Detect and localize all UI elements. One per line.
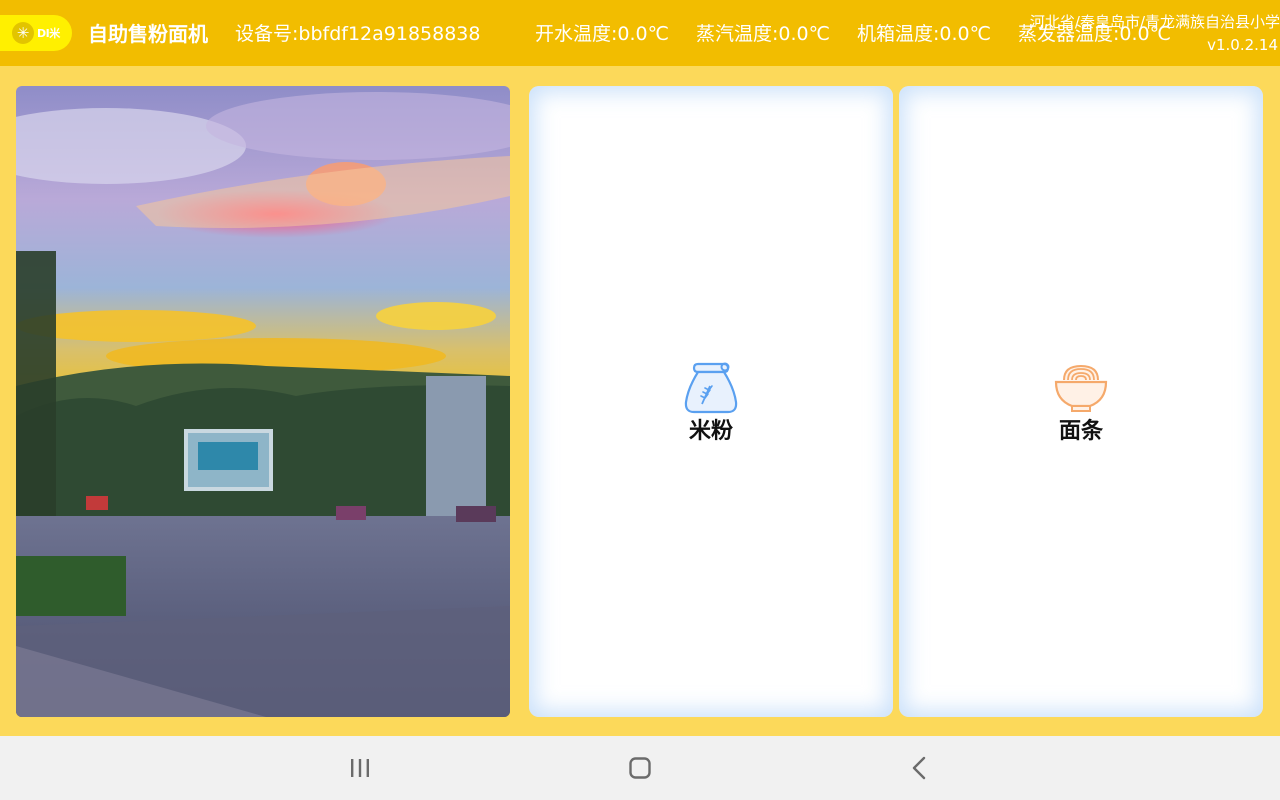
noodle-bowl-icon [1054, 364, 1108, 412]
category-card-rice-noodles[interactable]: 米粉 [529, 86, 893, 717]
back-button[interactable] [898, 748, 942, 788]
banner-image [16, 86, 510, 717]
home-button[interactable] [618, 748, 662, 788]
rice-flour-bag-icon [684, 362, 738, 413]
app-title: 自助售粉面机 [88, 22, 208, 46]
cabinet-temperature: 机箱温度:0.0℃ [857, 23, 991, 45]
sunset-photo [16, 86, 510, 717]
top-status-bar: ✳ DI米 自助售粉面机 设备号:bbfdf12a91858838 开水温度:0… [0, 0, 1280, 66]
location-text: 河北省/秦皇岛市/青龙满族自治县小学 [1029, 13, 1280, 31]
back-icon [912, 756, 926, 780]
logo-icon: ✳ [12, 22, 34, 44]
brand-logo: ✳ DI米 [0, 15, 72, 51]
recent-apps-button[interactable] [338, 748, 382, 788]
category-label: 米粉 [688, 418, 733, 444]
boiling-water-temperature: 开水温度:0.0℃ [535, 23, 669, 45]
version-text: v1.0.2.14 [1207, 36, 1278, 54]
home-icon [629, 757, 651, 779]
system-navigation-bar [0, 736, 1280, 800]
device-id: 设备号:bbfdf12a91858838 [235, 23, 481, 45]
steam-temperature: 蒸汽温度:0.0℃ [696, 23, 830, 45]
recent-apps-icon [351, 759, 369, 777]
category-card-noodles[interactable]: 面条 [899, 86, 1263, 717]
logo-text: DI米 [37, 27, 60, 40]
category-label: 面条 [1058, 418, 1103, 444]
